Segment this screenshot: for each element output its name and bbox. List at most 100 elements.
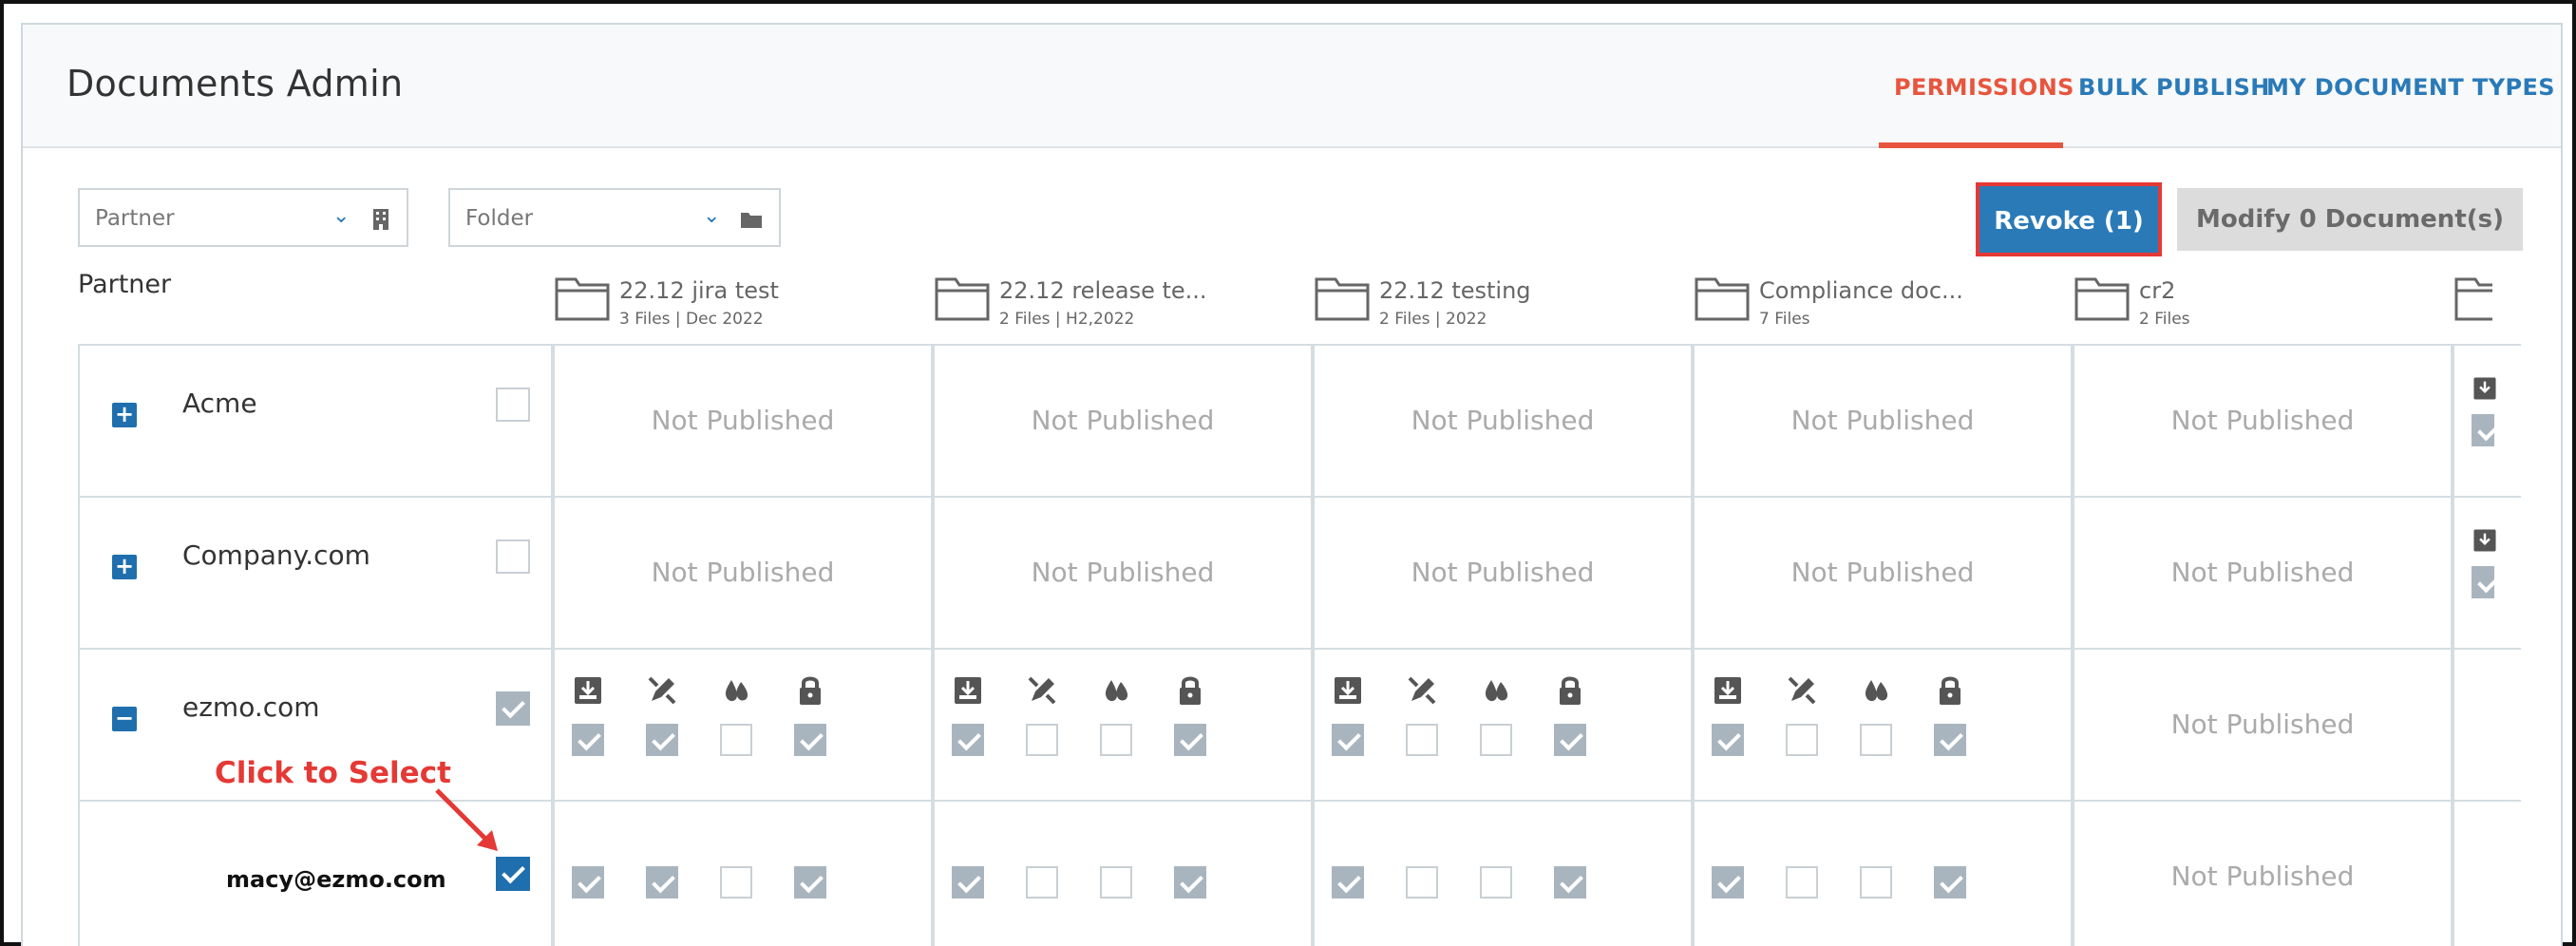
permission-checkbox[interactable]: [1860, 724, 1892, 756]
folder-dropdown[interactable]: Folder ⌄: [448, 188, 781, 247]
edit-icon: [648, 676, 676, 705]
partner-name: ezmo.com: [182, 691, 320, 723]
permission-checkbox[interactable]: [794, 866, 826, 899]
not-published-label: Not Published: [651, 405, 835, 436]
edit-icon: [1408, 676, 1436, 705]
permission-checkbox[interactable]: [1554, 724, 1586, 756]
permission-checkbox[interactable]: [952, 724, 984, 756]
collapse-icon[interactable]: −: [112, 707, 137, 731]
user-select-checkbox[interactable]: [496, 857, 530, 891]
permission-checkbox[interactable]: [1406, 866, 1438, 899]
not-published-label: Not Published: [2170, 557, 2355, 588]
modify-button-label: Modify 0 Document(s): [2196, 205, 2504, 234]
download-icon: [1714, 677, 1741, 704]
watermark-icon: [1105, 680, 1128, 702]
not-published-label: Not Published: [1790, 405, 1975, 436]
tab-bulk-publish[interactable]: BULK PUBLISH: [2078, 74, 2270, 101]
folder-icon: [1695, 277, 1750, 321]
permission-checkbox[interactable]: [646, 724, 678, 756]
app-window: Documents Admin PERMISSIONS BULK PUBLISH…: [21, 23, 2563, 946]
permission-checkbox[interactable]: [2472, 414, 2494, 446]
not-published-label: Not Published: [2170, 861, 2355, 892]
folder-name: 22.12 jira test: [619, 277, 779, 304]
permission-checkbox[interactable]: [1174, 866, 1206, 899]
not-published-label: Not Published: [1031, 557, 1215, 588]
app-header: Documents Admin PERMISSIONS BULK PUBLISH…: [23, 25, 2561, 148]
permission-checkbox[interactable]: [1934, 866, 1966, 899]
partner-name: Acme: [182, 388, 257, 419]
folder-meta: 2 Files | H2,2022: [999, 310, 1135, 329]
folder-icon: [555, 277, 610, 321]
folder-name: Compliance doc...: [1759, 277, 1963, 304]
expand-icon[interactable]: +: [112, 403, 137, 427]
row-select-checkbox[interactable]: [496, 539, 530, 574]
watermark-icon: [1865, 680, 1888, 702]
lock-icon: [1940, 676, 1960, 705]
permission-checkbox[interactable]: [1786, 866, 1818, 899]
edit-icon: [1028, 676, 1056, 705]
revoke-button[interactable]: Revoke (1): [1976, 182, 2162, 256]
permission-checkbox[interactable]: [1712, 866, 1744, 899]
screenshot-frame: Documents Admin PERMISSIONS BULK PUBLISH…: [0, 0, 2576, 946]
permission-checkbox[interactable]: [2472, 566, 2494, 598]
permission-checkbox[interactable]: [1174, 724, 1206, 756]
grid-line: [78, 648, 2521, 650]
watermark-icon: [725, 680, 748, 702]
folder-meta: 2 Files: [2139, 310, 2190, 329]
lock-icon: [800, 676, 821, 705]
permission-checkbox[interactable]: [572, 866, 604, 899]
folder-meta: 7 Files: [1759, 310, 1810, 329]
download-icon: [955, 677, 981, 704]
partner-dropdown-label: Partner: [95, 206, 175, 231]
download-icon: [1335, 677, 1361, 704]
permission-checkbox[interactable]: [1786, 724, 1818, 756]
permission-checkbox[interactable]: [572, 724, 604, 756]
permission-checkbox[interactable]: [952, 866, 984, 899]
edit-icon: [1788, 676, 1816, 705]
permission-checkbox[interactable]: [1100, 724, 1132, 756]
expand-icon[interactable]: +: [112, 555, 137, 579]
partner-dropdown[interactable]: Partner ⌄: [78, 188, 408, 247]
folder-icon: [741, 213, 762, 228]
tab-permissions[interactable]: PERMISSIONS: [1894, 74, 2074, 101]
row-select-checkbox[interactable]: [496, 691, 530, 726]
folder-name: 22.12 release te...: [999, 277, 1207, 304]
click-to-select-annotation: Click to Select: [215, 756, 451, 790]
permission-checkbox[interactable]: [1712, 724, 1744, 756]
permission-checkbox[interactable]: [1934, 724, 1966, 756]
permission-checkbox[interactable]: [1860, 866, 1892, 899]
lock-icon: [1180, 676, 1201, 705]
permission-checkbox[interactable]: [1332, 724, 1364, 756]
folder-meta: 2 Files | 2022: [1379, 310, 1487, 329]
permission-checkbox[interactable]: [1026, 724, 1058, 756]
active-tab-indicator: [1879, 142, 2063, 148]
tab-my-document-types[interactable]: MY DOCUMENT TYPES: [2266, 74, 2555, 101]
annotation-arrow-icon: [435, 788, 498, 851]
folder-column-header-partial[interactable]: [2454, 274, 2492, 340]
permission-checkbox[interactable]: [1332, 866, 1364, 899]
grid-line: [78, 496, 2521, 498]
modify-documents-button[interactable]: Modify 0 Document(s): [2177, 188, 2523, 251]
permission-checkbox[interactable]: [720, 724, 752, 756]
row-select-checkbox[interactable]: [496, 388, 530, 422]
permission-checkbox[interactable]: [1480, 866, 1512, 899]
folder-icon: [2454, 277, 2492, 321]
not-published-label: Not Published: [651, 557, 835, 588]
not-published-label: Not Published: [2170, 405, 2355, 436]
permission-checkbox[interactable]: [1554, 866, 1586, 899]
chevron-down-icon: ⌄: [332, 204, 350, 228]
permission-checkbox[interactable]: [646, 866, 678, 899]
permission-checkbox[interactable]: [1100, 866, 1132, 899]
partner-column-header: Partner: [78, 270, 172, 299]
permission-checkbox[interactable]: [1406, 724, 1438, 756]
folder-dropdown-label: Folder: [465, 206, 534, 231]
permission-checkbox[interactable]: [720, 866, 752, 899]
grid-line: [78, 344, 2521, 346]
folder-name: cr2: [2139, 277, 2176, 304]
lock-icon: [1560, 676, 1581, 705]
permission-checkbox[interactable]: [1480, 724, 1512, 756]
permission-checkbox[interactable]: [794, 724, 826, 756]
page-title: Documents Admin: [66, 63, 404, 104]
permission-checkbox[interactable]: [1026, 866, 1058, 899]
folder-icon: [1315, 277, 1370, 321]
